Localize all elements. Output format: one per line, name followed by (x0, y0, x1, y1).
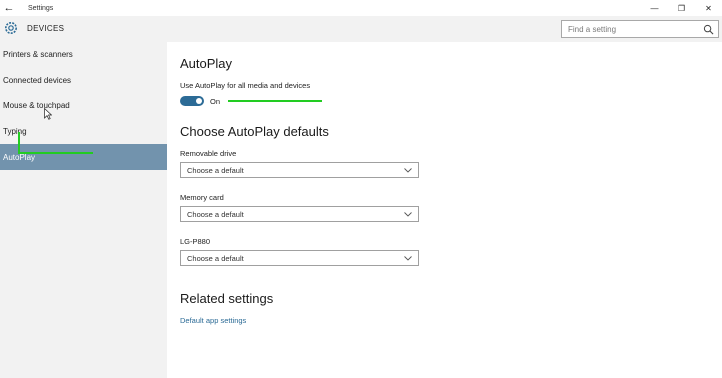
main-content: AutoPlay Use AutoPlay for all media and … (180, 42, 700, 325)
sidebar-item-printers[interactable]: Printers & scanners (0, 42, 167, 68)
removable-drive-value: Choose a default (187, 165, 244, 175)
search-icon[interactable] (703, 24, 714, 35)
sidebar: Printers & scanners Connected devices Mo… (0, 42, 167, 378)
default-app-settings-link[interactable]: Default app settings (180, 316, 700, 325)
page-title: AutoPlay (180, 56, 233, 71)
autoplay-toggle[interactable] (180, 96, 204, 106)
related-settings-heading: Related settings (180, 291, 274, 306)
section-title: DEVICES (27, 24, 65, 33)
lg-p880-select[interactable]: Choose a default (180, 250, 419, 266)
gear-icon (5, 22, 17, 34)
chevron-down-icon (404, 255, 412, 261)
memory-card-label: Memory card (180, 193, 224, 202)
search-box[interactable] (561, 20, 719, 38)
removable-drive-select[interactable]: Choose a default (180, 162, 419, 178)
close-icon[interactable]: ✕ (695, 0, 722, 16)
chevron-down-icon (404, 167, 412, 173)
window-title: Settings (28, 4, 54, 12)
lg-p880-label: LG-P880 (180, 237, 211, 246)
annotation-marker (18, 132, 93, 154)
sidebar-item-mouse[interactable]: Mouse & touchpad (0, 93, 167, 119)
memory-card-value: Choose a default (187, 209, 244, 219)
annotation-underline (228, 100, 322, 102)
memory-card-select[interactable]: Choose a default (180, 206, 419, 222)
window-controls: — ❐ ✕ (641, 0, 722, 16)
toggle-knob (196, 98, 202, 104)
chevron-down-icon (404, 211, 412, 217)
title-bar: ← Settings — ❐ ✕ (0, 0, 722, 16)
toggle-state-label: On (210, 96, 221, 106)
mouse-cursor-icon (44, 108, 52, 120)
maximize-icon[interactable]: ❐ (668, 0, 695, 16)
autoplay-toggle-label: Use AutoPlay for all media and devices (180, 81, 311, 90)
search-input[interactable] (562, 24, 694, 34)
minimize-icon[interactable]: — (641, 0, 668, 16)
header: DEVICES (0, 16, 722, 42)
lg-p880-value: Choose a default (187, 253, 244, 263)
back-arrow-icon[interactable]: ← (0, 0, 18, 16)
sidebar-item-connected-devices[interactable]: Connected devices (0, 68, 167, 94)
defaults-heading: Choose AutoPlay defaults (180, 124, 329, 139)
removable-drive-label: Removable drive (180, 149, 237, 158)
